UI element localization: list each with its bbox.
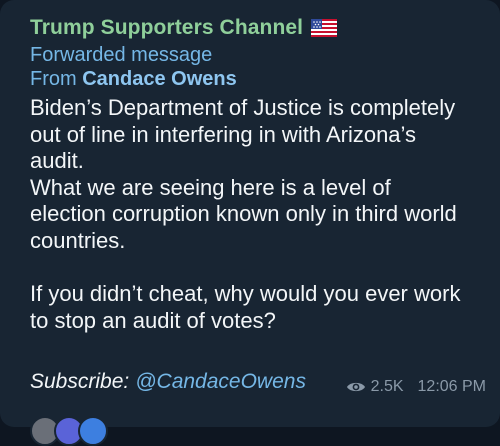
eye-icon xyxy=(346,380,366,394)
channel-header: Trump Supporters Channel xyxy=(30,14,482,42)
forwarded-from-name[interactable]: Candace Owens xyxy=(82,68,237,90)
message-time: 12:06 PM xyxy=(417,378,486,395)
forwarded-from[interactable]: From Candace Owens xyxy=(30,67,482,91)
subscribe-label: Subscribe: xyxy=(30,370,130,393)
subscribe-handle-link[interactable]: @CandaceOwens xyxy=(135,370,306,394)
us-flag-icon xyxy=(311,19,338,37)
reaction-avatars[interactable] xyxy=(30,416,108,446)
message-meta: 2.5K 12:06 PM xyxy=(346,378,486,396)
message-text: Biden’s Department of Justice is complet… xyxy=(30,95,461,333)
message-footer: Subscribe: @CandaceOwens 2.5K 12:06 PM xyxy=(30,368,486,396)
forwarded-from-prefix: From xyxy=(30,68,83,90)
avatar xyxy=(78,416,108,446)
message-bubble: Trump Supporters Channel Forwarded messa… xyxy=(0,0,500,427)
view-count: 2.5K xyxy=(370,378,404,395)
channel-name[interactable]: Trump Supporters Channel xyxy=(30,16,303,40)
forwarded-label: Forwarded message xyxy=(30,44,213,66)
